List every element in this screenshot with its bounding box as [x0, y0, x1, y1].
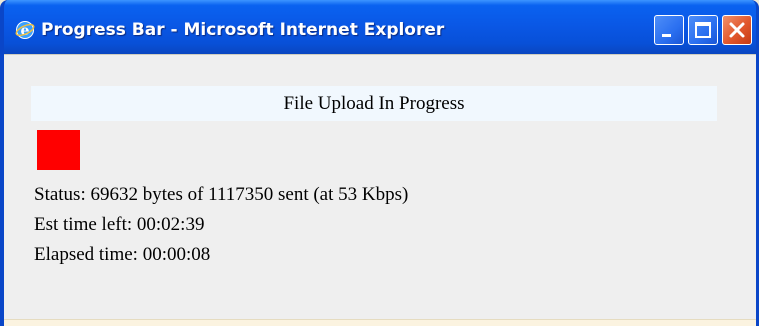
page-content: File Upload In Progress Status: 69632 by… [4, 54, 756, 326]
close-button[interactable] [722, 15, 752, 45]
minimize-icon [662, 34, 671, 37]
progress-bar-fill [37, 130, 80, 170]
browser-window: e Progress Bar - Microsoft Internet Expl… [0, 0, 759, 326]
status-bar [4, 319, 756, 326]
upload-status-text: Status: 69632 bytes of 1117350 sent (at … [34, 184, 409, 205]
title-bar[interactable]: e Progress Bar - Microsoft Internet Expl… [4, 0, 756, 54]
elapsed-time: Elapsed time: 00:00:08 [34, 244, 211, 265]
minimize-button[interactable] [654, 15, 684, 45]
estimated-time-left: Est time left: 00:02:39 [34, 214, 205, 235]
window-title: Progress Bar - Microsoft Internet Explor… [41, 20, 445, 40]
close-icon [729, 22, 745, 38]
maximize-button[interactable] [688, 15, 718, 45]
maximize-icon [695, 22, 711, 38]
internet-explorer-icon: e [15, 20, 35, 40]
upload-heading: File Upload In Progress [31, 86, 717, 121]
